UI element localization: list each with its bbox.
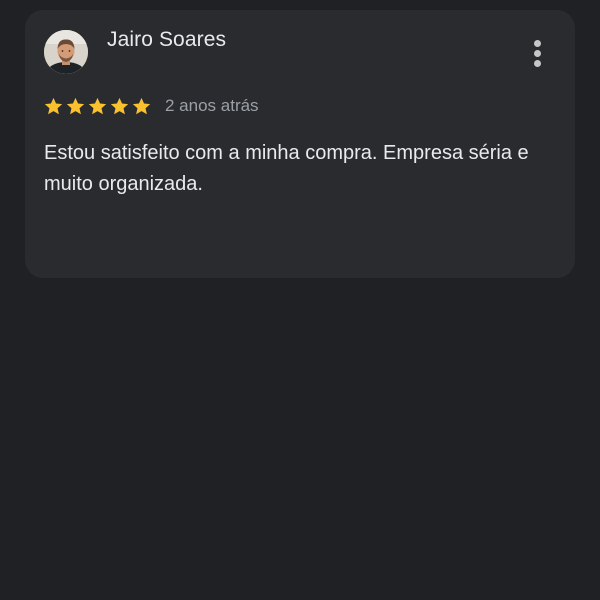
star-rating	[43, 96, 153, 117]
more-vert-icon-dot	[534, 60, 541, 67]
review-text: Estou satisfeito com a minha compra. Emp…	[44, 142, 529, 195]
author-avatar[interactable]	[44, 30, 88, 74]
star-icon	[88, 97, 107, 114]
rating-row: 2 anos atrás	[43, 94, 259, 118]
star-icon	[132, 97, 151, 114]
star-icon	[66, 97, 85, 114]
page: Jairo Soares 2 anos atrás Estou satisfei…	[0, 0, 600, 600]
author-name[interactable]: Jairo Soares	[107, 28, 226, 52]
star-icon	[110, 97, 129, 114]
more-vert-icon	[534, 40, 541, 47]
star-icon	[44, 97, 63, 114]
avatar-photo-icon	[44, 30, 88, 74]
more-vert-icon-dot	[534, 50, 541, 57]
review-time: 2 anos atrás	[165, 96, 259, 115]
review-card: Jairo Soares 2 anos atrás Estou satisfei…	[25, 10, 575, 278]
more-options-button[interactable]	[527, 38, 549, 70]
